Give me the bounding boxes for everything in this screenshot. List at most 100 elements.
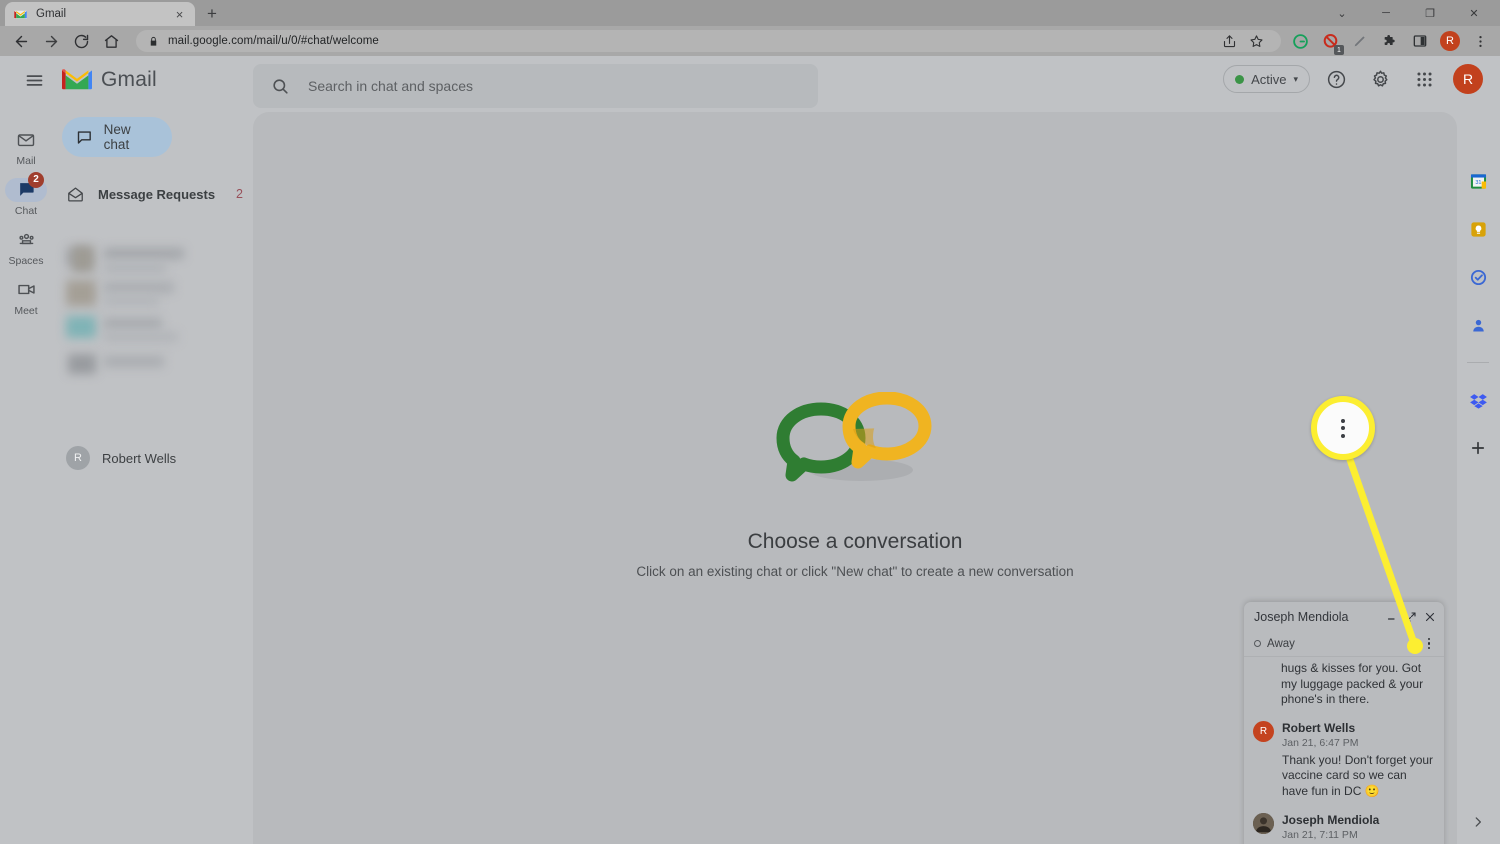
app-rail: Mail 2 Chat Spaces Meet — [0, 104, 52, 844]
message-requests-count: 2 — [236, 187, 243, 201]
search-input[interactable]: Search in chat and spaces — [253, 64, 818, 108]
magnifier-callout — [1311, 396, 1375, 460]
extension-icons: 1 R — [1287, 28, 1493, 55]
dropbox-icon[interactable] — [1467, 389, 1489, 411]
rail-item-label: Meet — [14, 304, 38, 317]
gmail-header: Gmail Search in chat and spaces Active ▾ — [0, 56, 1500, 108]
spaces-icon — [5, 228, 47, 252]
lock-icon — [150, 36, 157, 46]
away-status-icon — [1254, 640, 1261, 647]
apps-grid-icon[interactable] — [1406, 61, 1442, 97]
redacted-conversation-list — [66, 244, 246, 384]
close-window-button[interactable]: ✕ — [1452, 0, 1496, 26]
open-full-button[interactable] — [1403, 609, 1418, 624]
extension-adblock-icon[interactable]: 1 — [1317, 28, 1344, 55]
minimize-chat-button[interactable] — [1384, 609, 1399, 624]
status-label: Active — [1251, 71, 1287, 87]
gear-icon[interactable] — [1362, 61, 1398, 97]
extension-grammarly-icon[interactable] — [1287, 28, 1313, 54]
search-placeholder: Search in chat and spaces — [308, 78, 473, 94]
browser-tab[interactable]: Gmail × — [5, 2, 195, 26]
share-icon[interactable] — [1216, 28, 1242, 54]
chrome-profile-avatar[interactable]: R — [1437, 28, 1463, 54]
new-tab-button[interactable]: + — [202, 4, 222, 24]
avatar-initial: R — [74, 452, 82, 464]
unread-badge: 2 — [28, 171, 44, 188]
new-chat-button[interactable]: New chat — [62, 117, 172, 157]
callout-anchor-dot — [1407, 638, 1423, 654]
gmail-logo: Gmail — [62, 68, 157, 92]
rail-item-mail[interactable]: Mail — [0, 122, 52, 172]
extension-sidepanel-icon[interactable] — [1407, 28, 1433, 54]
google-contacts-icon[interactable] — [1467, 314, 1489, 336]
chat-bubble-icon — [77, 130, 91, 144]
rail-item-meet[interactable]: Meet — [0, 272, 52, 322]
chat-popup-header: Joseph Mendiola — [1244, 602, 1444, 631]
message-timestamp: Jan 21, 6:47 PM — [1282, 736, 1359, 749]
list-item[interactable]: R Robert Wells — [66, 442, 251, 474]
list-item: R Robert Wells Jan 21, 6:47 PM — [1253, 720, 1435, 751]
rail-item-spaces[interactable]: Spaces — [0, 222, 52, 272]
gmail-logo-icon — [62, 68, 92, 89]
chat-popup-title: Joseph Mendiola — [1254, 609, 1349, 624]
message-requests-row[interactable]: Message Requests 2 — [66, 179, 251, 209]
hamburger-menu-icon[interactable] — [14, 60, 54, 100]
avatar — [1253, 812, 1274, 834]
extension-pen-icon[interactable] — [1347, 28, 1373, 54]
page-title: Choose a conversation — [747, 530, 963, 553]
reload-button[interactable] — [66, 27, 96, 55]
help-icon[interactable] — [1318, 61, 1354, 97]
avatar: R — [1253, 720, 1274, 742]
message-body: Thank you! Don't forget your vaccine car… — [1253, 751, 1435, 800]
close-chat-button[interactable] — [1422, 609, 1437, 624]
minimize-button[interactable]: ─ — [1364, 0, 1408, 26]
avatar: R — [66, 446, 90, 470]
google-tasks-icon[interactable] — [1467, 266, 1489, 288]
message-timestamp: Jan 21, 7:11 PM — [1282, 828, 1358, 841]
browser-tab-title: Gmail — [36, 8, 67, 20]
rail-item-label: Mail — [16, 154, 36, 167]
chat-message-list[interactable]: hugs & kisses for you. Got my luggage pa… — [1244, 657, 1444, 844]
mail-icon — [5, 128, 47, 152]
star-icon[interactable] — [1243, 28, 1269, 54]
chevron-down-icon: ▾ — [1293, 73, 1298, 84]
status-badge[interactable]: Active ▾ — [1223, 65, 1310, 93]
chat-list-column: New chat Message Requests 2 R Robert Wel… — [52, 104, 252, 844]
expand-side-panel-button[interactable] — [1466, 810, 1490, 834]
message-text: hugs & kisses for you. Got my luggage pa… — [1281, 661, 1424, 707]
two-chat-bubbles-illustration — [776, 392, 932, 482]
svg-text:31: 31 — [1475, 179, 1481, 185]
add-addon-button[interactable] — [1467, 437, 1489, 459]
browser-toolbar: mail.google.com/mail/u/0/#chat/welcome 1 — [0, 26, 1500, 56]
google-keep-icon[interactable] — [1467, 218, 1489, 240]
browser-tab-strip: Gmail × + ⌄ ─ ❐ ✕ — [0, 0, 1500, 26]
tab-search-button[interactable]: ⌄ — [1320, 0, 1364, 26]
maximize-button[interactable]: ❐ — [1408, 0, 1452, 26]
message-sender: Joseph Mendiola — [1282, 812, 1380, 827]
home-button[interactable] — [96, 27, 126, 55]
addon-side-rail: 31 — [1456, 112, 1500, 844]
close-tab-button[interactable]: × — [172, 7, 187, 22]
extension-puzzle-icon[interactable] — [1377, 28, 1403, 54]
chrome-menu-icon[interactable] — [1467, 28, 1493, 54]
back-button[interactable] — [6, 27, 36, 55]
google-calendar-icon[interactable]: 31 — [1467, 170, 1489, 192]
message-requests-label: Message Requests — [98, 186, 216, 202]
forward-button[interactable] — [36, 27, 66, 55]
list-item: hugs & kisses for you. Got my luggage pa… — [1253, 657, 1435, 708]
rail-item-chat[interactable]: 2 Chat — [0, 171, 52, 222]
account-avatar[interactable]: R — [1450, 61, 1486, 97]
message-sender: Robert Wells — [1282, 720, 1356, 735]
open-envelope-icon — [68, 187, 83, 201]
contact-name: Robert Wells — [102, 450, 177, 466]
chat-status-label: Away — [1267, 637, 1295, 650]
address-bar[interactable]: mail.google.com/mail/u/0/#chat/welcome — [136, 30, 1281, 52]
gmail-page: Gmail Search in chat and spaces Active ▾ — [0, 56, 1500, 844]
gmail-favicon — [14, 10, 27, 19]
meet-icon — [5, 278, 47, 302]
divider — [1467, 362, 1489, 363]
more-options-kebab-icon — [1341, 418, 1345, 438]
avatar: R — [1453, 64, 1483, 94]
more-options-kebab-icon[interactable] — [1421, 635, 1437, 653]
empty-state: Choose a conversation Click on an existi… — [253, 392, 1457, 579]
